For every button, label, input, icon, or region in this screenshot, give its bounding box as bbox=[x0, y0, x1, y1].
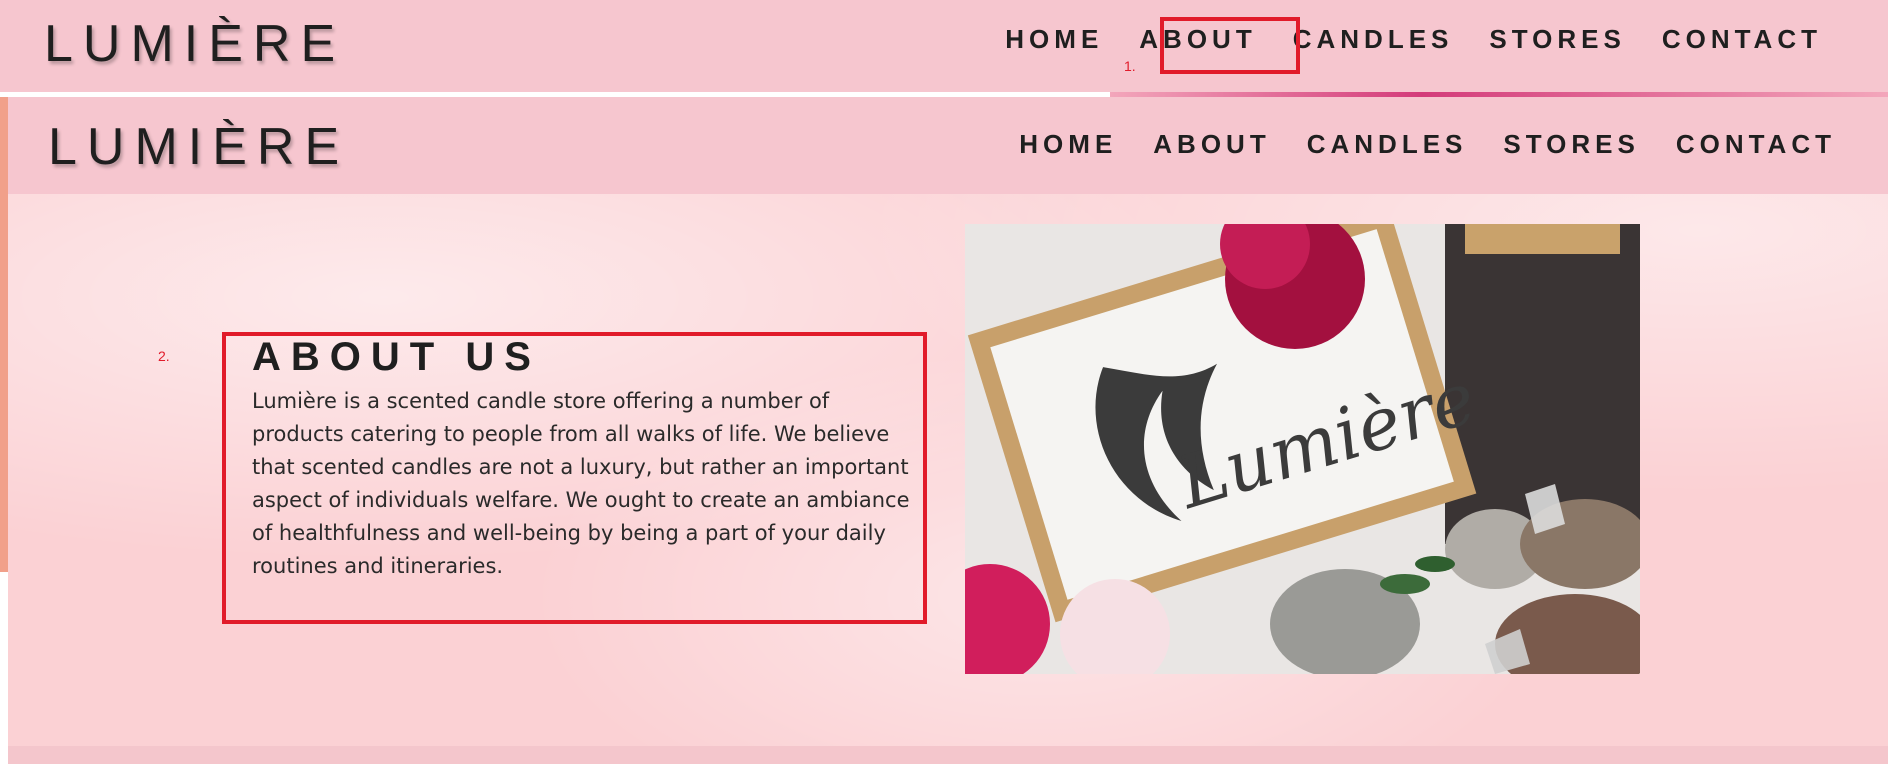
nav-link-contact[interactable]: CONTACT bbox=[1644, 24, 1840, 55]
nav-link-stores[interactable]: STORES bbox=[1471, 24, 1643, 55]
annotation-label-2: 2. bbox=[158, 348, 170, 364]
nav-link-about-secondary[interactable]: ABOUT bbox=[1135, 129, 1288, 160]
annotation-label-1: 1. bbox=[1124, 58, 1136, 74]
nav-link-home[interactable]: HOME bbox=[987, 24, 1121, 55]
about-title: ABOUT US bbox=[252, 335, 541, 379]
top-nav-links: HOME ABOUT CANDLES STORES CONTACT bbox=[987, 24, 1840, 55]
site-logo-secondary[interactable]: LUMIÈRE bbox=[48, 117, 349, 177]
nav-link-about[interactable]: ABOUT bbox=[1121, 24, 1274, 55]
left-edge-bar bbox=[0, 97, 8, 572]
nav-link-stores-secondary[interactable]: STORES bbox=[1485, 129, 1657, 160]
nav-link-home-secondary[interactable]: HOME bbox=[1001, 129, 1135, 160]
about-description: Lumière is a scented candle store offeri… bbox=[252, 389, 910, 578]
nav-link-contact-secondary[interactable]: CONTACT bbox=[1658, 129, 1854, 160]
second-nav-links: HOME ABOUT CANDLES STORES CONTACT bbox=[1001, 129, 1854, 160]
candle-product-image: Lumière bbox=[965, 224, 1640, 674]
second-navbar: LUMIÈRE HOME ABOUT CANDLES STORES CONTAC… bbox=[8, 97, 1888, 194]
nav-link-candles[interactable]: CANDLES bbox=[1275, 24, 1472, 55]
top-navbar: LUMIÈRE HOME ABOUT CANDLES STORES CONTAC… bbox=[0, 0, 1888, 92]
about-photo: Lumière bbox=[965, 224, 1640, 674]
about-section: ABOUT US Lumière is a scented candle sto… bbox=[252, 335, 932, 583]
page-bottom-strip bbox=[8, 746, 1888, 764]
nav-link-candles-secondary[interactable]: CANDLES bbox=[1289, 129, 1486, 160]
site-logo[interactable]: LUMIÈRE bbox=[44, 14, 345, 74]
page-body: LUMIÈRE HOME ABOUT CANDLES STORES CONTAC… bbox=[8, 97, 1888, 764]
